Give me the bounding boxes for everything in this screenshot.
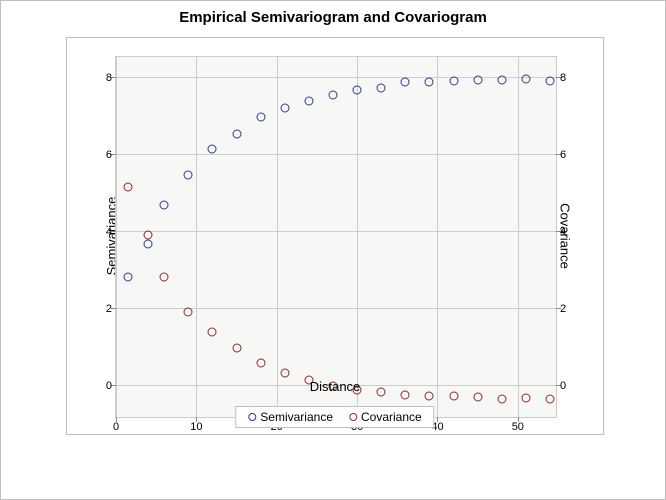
point-semivariance bbox=[473, 76, 482, 85]
point-semivariance bbox=[377, 83, 386, 92]
point-semivariance bbox=[184, 171, 193, 180]
x-tick-label: 10 bbox=[190, 421, 202, 433]
point-covariance bbox=[124, 182, 133, 191]
legend-label: Semivariance bbox=[260, 410, 333, 424]
legend-item-covariance: Covariance bbox=[349, 410, 422, 424]
chart-title: Empirical Semivariogram and Covariogram bbox=[1, 9, 665, 26]
point-semivariance bbox=[401, 77, 410, 86]
point-semivariance bbox=[124, 273, 133, 282]
point-covariance bbox=[497, 394, 506, 403]
point-semivariance bbox=[521, 74, 530, 83]
y-tick-label-right: 2 bbox=[560, 303, 580, 315]
y-tick-label-right: 4 bbox=[560, 226, 580, 238]
y-tick-label-left: 6 bbox=[88, 149, 112, 161]
y-tick-label-right: 6 bbox=[560, 149, 580, 161]
y-tick-label-right: 8 bbox=[560, 72, 580, 84]
x-tick-label: 0 bbox=[113, 421, 119, 433]
point-semivariance bbox=[256, 113, 265, 122]
circle-marker-icon bbox=[349, 413, 357, 421]
point-semivariance bbox=[280, 103, 289, 112]
x-axis-label: Distance bbox=[67, 379, 603, 394]
circle-marker-icon bbox=[248, 413, 256, 421]
y-tick-label-left: 4 bbox=[88, 226, 112, 238]
chart-frame: Empirical Semivariogram and Covariogram … bbox=[0, 0, 666, 500]
legend-label: Covariance bbox=[361, 410, 422, 424]
plot-area: Semivariance Covariance 0102030405002468… bbox=[66, 37, 604, 435]
plot-wall: 010203040500246802468 bbox=[115, 56, 557, 418]
point-semivariance bbox=[208, 145, 217, 154]
point-semivariance bbox=[160, 201, 169, 210]
point-covariance bbox=[232, 344, 241, 353]
y-tick-label-left: 8 bbox=[88, 72, 112, 84]
point-semivariance bbox=[232, 129, 241, 138]
legend: Semivariance Covariance bbox=[235, 406, 434, 428]
point-covariance bbox=[208, 328, 217, 337]
point-semivariance bbox=[497, 75, 506, 84]
legend-item-semivariance: Semivariance bbox=[248, 410, 333, 424]
point-covariance bbox=[160, 273, 169, 282]
x-tick-label: 50 bbox=[512, 421, 524, 433]
point-semivariance bbox=[144, 239, 153, 248]
point-covariance bbox=[144, 231, 153, 240]
point-covariance bbox=[521, 394, 530, 403]
point-semivariance bbox=[545, 76, 554, 85]
point-semivariance bbox=[328, 90, 337, 99]
point-semivariance bbox=[304, 97, 313, 106]
point-semivariance bbox=[353, 85, 362, 94]
point-semivariance bbox=[449, 77, 458, 86]
y-tick-label-left: 2 bbox=[88, 303, 112, 315]
point-covariance bbox=[280, 368, 289, 377]
point-covariance bbox=[184, 308, 193, 317]
point-covariance bbox=[545, 394, 554, 403]
point-semivariance bbox=[425, 77, 434, 86]
point-covariance bbox=[256, 359, 265, 368]
